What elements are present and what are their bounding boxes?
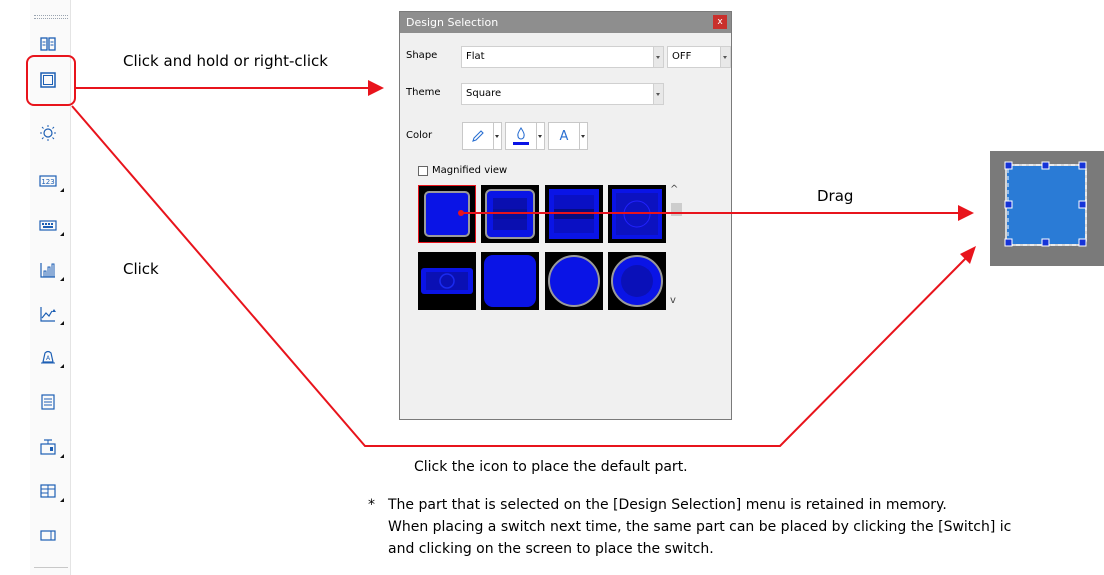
text-color-icon: A — [559, 128, 569, 144]
magnified-view-label: Magnified view — [432, 165, 508, 176]
chevron-down-icon[interactable] — [653, 84, 663, 104]
drag-annotation: Drag — [817, 187, 854, 205]
scroll-down-arrow[interactable]: v — [670, 295, 676, 306]
note-line-2: When placing a switch next time, the sam… — [388, 519, 1012, 535]
click-annotation: Click — [123, 260, 159, 278]
paint-drop-icon — [513, 127, 529, 145]
table-menu-arrow[interactable] — [60, 498, 64, 502]
toolbar-grip[interactable] — [34, 15, 68, 19]
keypad-menu-arrow[interactable] — [60, 232, 64, 236]
note-star: * — [368, 497, 375, 513]
numeric-display-menu-arrow[interactable] — [60, 188, 64, 192]
text-color-dropdown[interactable] — [580, 122, 588, 150]
line-color-dropdown[interactable] — [494, 122, 502, 150]
text-color-button[interactable]: A — [548, 122, 580, 150]
keypad-icon[interactable] — [37, 214, 59, 236]
dialog-title: Design Selection — [406, 16, 499, 29]
theme-select[interactable]: Square — [461, 83, 664, 105]
trend-graph-icon[interactable] — [37, 303, 59, 325]
placed-switch-canvas — [990, 151, 1104, 266]
message-menu-arrow[interactable] — [60, 454, 64, 458]
shape-select[interactable]: Flat — [461, 46, 664, 68]
shape-select-value: Flat — [466, 51, 485, 62]
fill-color-button[interactable] — [505, 122, 537, 150]
color-label: Color — [406, 130, 433, 141]
list-scrollbar-thumb[interactable] — [671, 203, 682, 216]
svg-text:A: A — [46, 355, 51, 362]
theme-select-value: Square — [466, 88, 502, 99]
theme-label: Theme — [406, 87, 441, 98]
lamp-icon[interactable] — [37, 122, 59, 144]
fill-color-dropdown[interactable] — [537, 122, 545, 150]
part-thumb-6[interactable] — [481, 252, 539, 310]
table-icon[interactable] — [37, 480, 59, 502]
alarm-icon[interactable]: A — [37, 346, 59, 368]
chevron-down-icon[interactable] — [653, 47, 663, 67]
bar-graph-icon[interactable] — [37, 259, 59, 281]
pencil-icon — [472, 130, 484, 142]
alarm-menu-arrow[interactable] — [60, 364, 64, 368]
part-thumb-4[interactable] — [608, 185, 666, 243]
drag-arrowhead — [958, 205, 974, 221]
part-thumb-5[interactable] — [418, 252, 476, 310]
trend-graph-menu-arrow[interactable] — [60, 321, 64, 325]
default-part-caption: Click the icon to place the default part… — [414, 459, 688, 475]
design-selection-dialog: Design Selection x Shape Flat OFF Theme … — [399, 11, 732, 420]
part-thumb-1[interactable] — [418, 185, 476, 243]
line-color-button[interactable] — [462, 122, 494, 150]
dialog-title-bar[interactable]: Design Selection x — [400, 12, 731, 33]
memo-icon[interactable] — [37, 391, 59, 413]
message-icon[interactable] — [37, 436, 59, 458]
svg-text:123: 123 — [41, 178, 54, 186]
click-hold-arrowhead — [368, 80, 384, 96]
chevron-down-icon[interactable] — [720, 47, 730, 67]
note-line-1: The part that is selected on the [Design… — [388, 497, 947, 513]
scroll-up-arrow[interactable]: ^ — [670, 184, 678, 195]
part-thumb-7[interactable] — [545, 252, 603, 310]
window-icon[interactable] — [37, 524, 59, 546]
book-icon[interactable] — [37, 33, 59, 55]
magnified-view-checkbox[interactable] — [418, 166, 428, 176]
close-button[interactable]: x — [713, 15, 727, 29]
click-path-arrowhead — [960, 246, 976, 264]
numeric-display-icon[interactable]: 123 — [37, 170, 59, 192]
click-hold-annotation: Click and hold or right-click — [123, 52, 328, 70]
bar-graph-menu-arrow[interactable] — [60, 277, 64, 281]
toolbar-bottom-divider — [34, 567, 68, 568]
part-thumb-2[interactable] — [481, 185, 539, 243]
shape-label: Shape — [406, 50, 438, 61]
state-select-value: OFF — [672, 51, 692, 62]
placed-switch[interactable] — [990, 151, 1104, 266]
state-select[interactable]: OFF — [667, 46, 731, 68]
part-thumb-8[interactable] — [608, 252, 666, 310]
note-line-3: and clicking on the screen to place the … — [388, 541, 714, 557]
part-thumb-3[interactable] — [545, 185, 603, 243]
switch-highlight-box — [26, 55, 76, 106]
